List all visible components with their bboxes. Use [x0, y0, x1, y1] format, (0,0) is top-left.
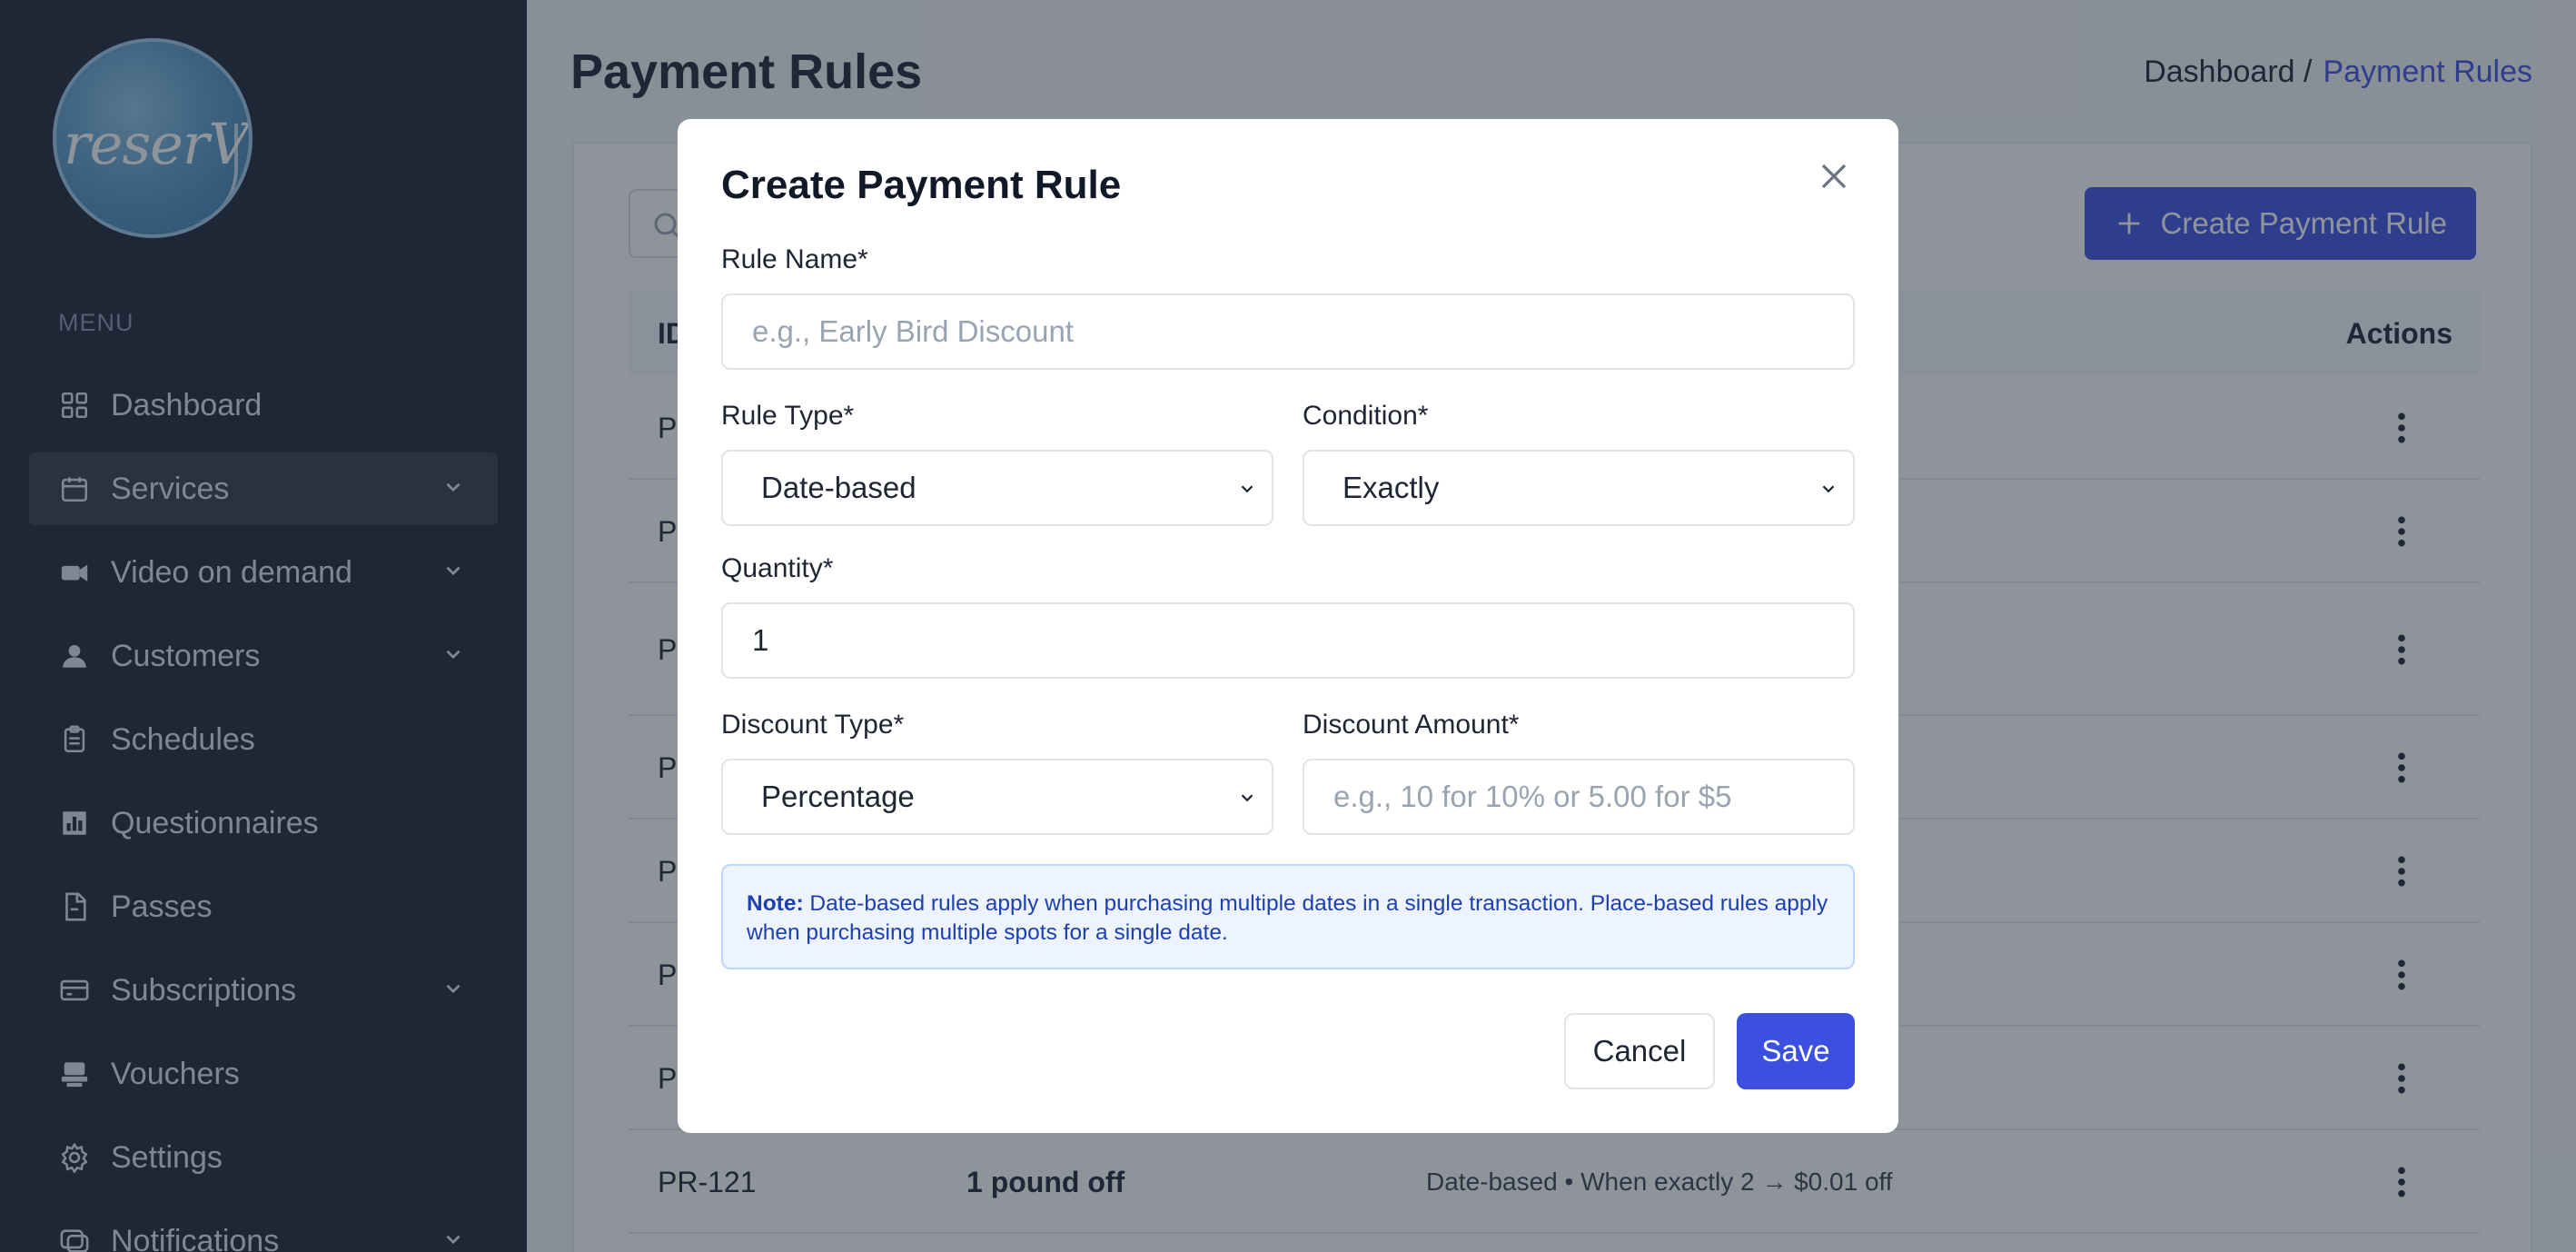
note-prefix: Note: [747, 891, 804, 916]
quantity-input[interactable]: 1 [721, 602, 1855, 679]
quantity-label: Quantity* [721, 553, 834, 583]
save-button[interactable]: Save [1737, 1013, 1855, 1089]
discount-type-value: Percentage [761, 780, 915, 813]
info-note: Note: Date-based rules apply when purcha… [721, 864, 1855, 969]
rule-name-input[interactable]: e.g., Early Bird Discount [721, 293, 1855, 370]
chevron-down-icon [1241, 794, 1253, 802]
condition-label: Condition* [1303, 401, 1429, 431]
chevron-down-icon [1822, 485, 1835, 493]
modal-title: Create Payment Rule [721, 163, 1122, 207]
close-icon [1821, 164, 1847, 189]
discount-type-label: Discount Type* [721, 710, 905, 740]
discount-amount-input[interactable]: e.g., 10 for 10% or 5.00 for $5 [1303, 759, 1855, 835]
cancel-button[interactable]: Cancel [1564, 1013, 1715, 1089]
chevron-down-icon [1241, 485, 1253, 493]
discount-amount-label: Discount Amount* [1303, 710, 1520, 740]
rule-name-label: Rule Name* [721, 244, 868, 274]
rule-type-label: Rule Type* [721, 401, 855, 431]
discount-type-select[interactable]: Percentage [721, 759, 1273, 835]
rule-type-select[interactable]: Date-based [721, 450, 1273, 526]
condition-select[interactable]: Exactly [1303, 450, 1855, 526]
close-modal-button[interactable] [1811, 154, 1857, 199]
condition-value: Exactly [1342, 471, 1440, 504]
rule-type-value: Date-based [761, 471, 916, 504]
create-payment-rule-modal: Create Payment Rule Rule Name* e.g., Ear… [678, 119, 1898, 1133]
note-text: Date-based rules apply when purchasing m… [747, 891, 1828, 945]
